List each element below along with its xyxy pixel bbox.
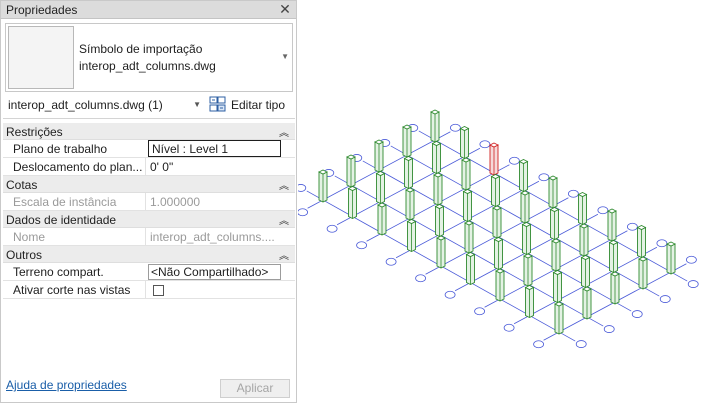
grid-bubble — [415, 274, 426, 283]
grid-bubble — [474, 307, 486, 316]
column-divider — [145, 193, 146, 211]
collapse-icon[interactable]: ︽ — [279, 247, 289, 262]
column-divider — [145, 228, 146, 246]
grid-bubble — [597, 206, 609, 215]
chevron-down-icon[interactable]: ▼ — [281, 52, 289, 61]
prop-row-terreno: Terreno compart. <Não Compartilhado> — [3, 263, 295, 281]
grid-bubble — [385, 257, 397, 266]
edit-type-label: Editar tipo — [231, 98, 286, 112]
type-preview-box[interactable]: Símbolo de importação interop_adt_column… — [5, 23, 293, 92]
collapse-icon[interactable]: ︽ — [279, 177, 289, 192]
3d-viewport[interactable] — [295, 0, 728, 403]
instance-type-value: interop_adt_columns.dwg (1) — [8, 98, 163, 112]
grid-bubble — [449, 123, 461, 132]
properties-grid: Restrições ︽ Plano de trabalho Nível : L… — [3, 123, 295, 299]
column-divider — [145, 281, 146, 299]
section-label: Cotas — [6, 178, 38, 192]
panel-title: Propriedades — [6, 3, 78, 17]
collapse-icon[interactable]: ︽ — [279, 212, 289, 227]
prop-row-escala: Escala de instância 1.000000 — [3, 193, 295, 211]
grid-bubble — [687, 280, 699, 288]
scale-value: 1.000000 — [150, 195, 201, 209]
type-preview-image — [8, 26, 74, 89]
section-cotas[interactable]: Cotas ︽ — [3, 176, 295, 193]
type-family-name: Símbolo de importação — [79, 42, 203, 56]
grid-bubble — [685, 255, 697, 264]
edit-type-button[interactable]: Editar tipo — [209, 96, 291, 114]
grid-bubble — [503, 323, 515, 332]
section-label: Restrições — [6, 125, 63, 139]
type-file-name: interop_adt_columns.dwg — [79, 59, 216, 73]
section-identidade[interactable]: Dados de identidade ︽ — [3, 211, 295, 228]
grid-bubble — [659, 295, 671, 303]
prop-row-plano: Plano de trabalho Nível : Level 1 — [3, 140, 295, 158]
grid-bubble — [656, 239, 668, 248]
grid-bubble — [326, 224, 338, 233]
grid-bubble — [295, 184, 307, 192]
grid-bubble — [444, 290, 456, 299]
prop-label: Deslocamento do plan... — [13, 160, 143, 174]
properties-panel: Propriedades ✕ Símbolo de importação int… — [0, 0, 297, 403]
grid-bubble — [297, 208, 308, 217]
prop-row-nome: Nome interop_adt_columns.... — [3, 228, 295, 246]
grid-bubble — [567, 189, 579, 198]
section-restricoes[interactable]: Restrições ︽ — [3, 123, 295, 140]
work-plane-field[interactable]: Nível : Level 1 — [148, 140, 281, 157]
properties-help-link[interactable]: Ajuda de propriedades — [6, 378, 127, 392]
divider — [3, 118, 295, 119]
section-label: Dados de identidade — [6, 213, 117, 227]
prop-label: Terreno compart. — [13, 265, 104, 279]
section-label: Outros — [6, 248, 43, 262]
instance-type-selector[interactable]: interop_adt_columns.dwg (1) ▼ — [5, 95, 203, 115]
section-outros[interactable]: Outros ︽ — [3, 246, 295, 263]
panel-titlebar: Propriedades ✕ — [1, 1, 296, 19]
grid-bubble — [626, 222, 638, 231]
prop-label: Escala de instância — [13, 195, 117, 209]
grid-bubble — [479, 140, 491, 149]
chevron-down-icon[interactable]: ▼ — [193, 100, 201, 109]
close-icon[interactable]: ✕ — [278, 1, 292, 18]
offset-value[interactable]: 0' 0" — [150, 160, 173, 174]
prop-row-corte: Ativar corte nas vistas — [3, 281, 295, 299]
grid-bubble — [356, 241, 367, 250]
cut-in-views-checkbox[interactable] — [153, 285, 164, 296]
shared-site-dropdown[interactable]: <Não Compartilhado> — [148, 264, 281, 280]
model-view[interactable] — [295, 0, 728, 403]
name-value: interop_adt_columns.... — [150, 230, 275, 244]
grid-bubble — [538, 173, 550, 182]
grid-bubble — [575, 340, 587, 348]
grid-bubble — [603, 325, 615, 333]
prop-row-deslocamento: Deslocamento do plan... 0' 0" — [3, 158, 295, 176]
collapse-icon[interactable]: ︽ — [279, 124, 289, 139]
edit-type-icon — [209, 96, 226, 112]
column-divider — [145, 158, 146, 176]
prop-label: Ativar corte nas vistas — [13, 283, 131, 297]
grid-bubble — [533, 340, 545, 349]
prop-label: Nome — [13, 230, 46, 244]
prop-label: Plano de trabalho — [13, 142, 108, 156]
apply-button[interactable]: Aplicar — [220, 379, 290, 398]
grid-bubble — [631, 310, 643, 318]
grid-bubble — [508, 156, 520, 165]
